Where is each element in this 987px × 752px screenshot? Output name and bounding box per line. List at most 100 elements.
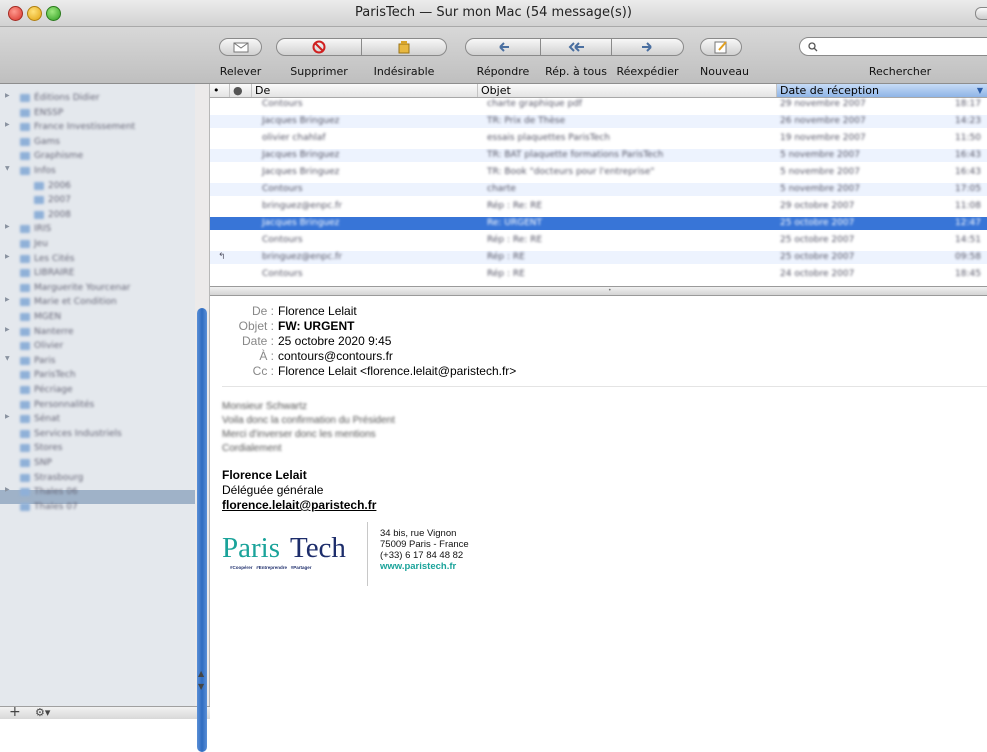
junk-button[interactable]: [361, 38, 447, 56]
search-input[interactable]: [822, 40, 976, 54]
reply-label[interactable]: Répondre: [465, 65, 541, 78]
sidebar-mailbox-item[interactable]: Gams: [20, 136, 60, 148]
message-row[interactable]: Jacques Bringuez TR: BAT plaquette format…: [210, 149, 987, 162]
message-row[interactable]: olivier chahlaf essais plaquettes ParisTe…: [210, 132, 987, 145]
new-message-button[interactable]: [700, 38, 742, 56]
to-value[interactable]: contours@contours.fr: [278, 349, 393, 363]
search-field[interactable]: [799, 37, 987, 56]
disclosure-triangle-icon[interactable]: ▶: [5, 413, 10, 420]
status-column-header[interactable]: •: [210, 84, 230, 97]
replied-arrow-icon: ↰: [218, 252, 226, 262]
disclosure-triangle-icon[interactable]: ▶: [5, 223, 10, 230]
sidebar-mailbox-item[interactable]: Éditions Didier: [20, 92, 100, 104]
sidebar-mailbox-item[interactable]: Paris: [20, 355, 55, 367]
sidebar-mailbox-item[interactable]: IRIS: [20, 223, 51, 235]
sidebar-mailbox-item[interactable]: 2006: [34, 180, 71, 192]
row-date: 25 octobre 2007: [780, 218, 855, 228]
toolbar-toggle-button[interactable]: [975, 7, 987, 20]
sidebar-mailbox-item[interactable]: Pécriage: [20, 384, 73, 396]
message-row[interactable]: Contours charte 5 novembre 2007 17:05: [210, 183, 987, 196]
sidebar-mailbox-item[interactable]: Services Industriels: [20, 428, 122, 440]
message-row[interactable]: Jacques Bringuez TR: Book "docteurs pour …: [210, 166, 987, 179]
search-label: Rechercher: [868, 65, 932, 78]
mailbox-label: Marguerite Yourcenar: [34, 282, 131, 293]
new-message-label[interactable]: Nouveau: [700, 65, 749, 78]
date-column-header[interactable]: Date de réception ▼: [777, 84, 987, 97]
mailbox-label: Thales 07: [34, 501, 78, 512]
message-row[interactable]: Contours Rép : Re: RE 25 octobre 2007 14:51: [210, 234, 987, 247]
sidebar-mailbox-item[interactable]: Marguerite Yourcenar: [20, 282, 130, 294]
mailbox-label: Paris: [34, 355, 56, 366]
from-label: De :: [251, 304, 274, 318]
sidebar-mailbox-item[interactable]: Strasbourg: [20, 472, 83, 484]
row-from: Jacques Bringuez: [262, 150, 340, 160]
sidebar-mailbox-item[interactable]: Infos: [20, 165, 56, 177]
forward-label[interactable]: Réexpédier: [611, 65, 684, 78]
signature-email-link[interactable]: florence.lelait@paristech.fr: [222, 498, 376, 512]
sidebar-mailbox-item[interactable]: Personnalités: [20, 399, 94, 411]
message-row[interactable]: Jacques Bringuez TR: Prix de Thèse 26 nove…: [210, 115, 987, 128]
row-subject: TR: Prix de Thèse: [487, 116, 566, 126]
sidebar-mailbox-item[interactable]: Stores: [20, 442, 62, 454]
disclosure-triangle-icon[interactable]: ▼: [5, 165, 10, 172]
sidebar-mailbox-item[interactable]: LIBRAIRE: [20, 267, 74, 279]
get-mail-button[interactable]: [219, 38, 262, 56]
sidebar-mailbox-item[interactable]: Les Cités: [20, 253, 74, 265]
message-row[interactable]: Contours charte graphique pdf 29 novembre …: [210, 98, 987, 111]
from-value[interactable]: Florence Lelait: [278, 304, 357, 318]
disclosure-triangle-icon[interactable]: ▼: [5, 355, 10, 362]
row-date: 25 octobre 2007: [780, 252, 855, 262]
sidebar-mailbox-item[interactable]: France Investissement: [20, 121, 135, 133]
sidebar-mailbox-item[interactable]: Marie et Condition: [20, 296, 117, 308]
message-row-selected[interactable]: Jacques Bringuez Re: URGENT 25 octobre 200…: [210, 217, 987, 230]
body-line: Cordialement: [222, 443, 282, 454]
delete-button[interactable]: [276, 38, 362, 56]
get-mail-label[interactable]: Relever: [219, 65, 262, 78]
from-column-header[interactable]: De: [252, 84, 478, 97]
disclosure-triangle-icon[interactable]: ▶: [5, 486, 10, 493]
sidebar-mailbox-item[interactable]: Sénat: [20, 413, 60, 425]
pane-splitter[interactable]: •: [210, 286, 987, 296]
scroll-down-icon[interactable]: ▼: [198, 682, 204, 691]
disclosure-triangle-icon[interactable]: ▶: [5, 121, 10, 128]
cc-value[interactable]: Florence Lelait <florence.lelait@pariste…: [278, 364, 516, 378]
sidebar-mailbox-item[interactable]: ENSSP: [20, 107, 63, 119]
sidebar-mailbox-item[interactable]: Graphisme: [20, 150, 83, 162]
sidebar-mailbox-item[interactable]: 2007: [34, 194, 71, 206]
delete-label[interactable]: Supprimer: [276, 65, 362, 78]
row-date: 19 novembre 2007: [780, 133, 866, 143]
disclosure-triangle-icon[interactable]: ▶: [5, 326, 10, 333]
disclosure-triangle-icon[interactable]: ▶: [5, 92, 10, 99]
message-row[interactable]: bringuez@enpc.fr Rép : Re: RE 29 octobre 2…: [210, 200, 987, 213]
sidebar-mailbox-item[interactable]: SNP: [20, 457, 52, 469]
sidebar-mailbox-item[interactable]: Nanterre: [20, 326, 74, 338]
header-divider: [222, 386, 987, 387]
disclosure-triangle-icon[interactable]: ▶: [5, 253, 10, 260]
signature-website-link[interactable]: www.paristech.fr: [380, 561, 469, 572]
sidebar-mailbox-item[interactable]: Thales 06: [20, 486, 78, 498]
disclosure-triangle-icon[interactable]: ▶: [5, 296, 10, 303]
reply-all-button[interactable]: [540, 38, 612, 56]
sidebar-mailbox-item[interactable]: MGEN: [20, 311, 61, 323]
reply-all-label[interactable]: Rép. à tous: [540, 65, 612, 78]
subject-column-header[interactable]: Objet: [478, 84, 777, 97]
signature-divider: [367, 522, 368, 586]
scroll-up-icon[interactable]: ▲: [198, 669, 204, 678]
flag-column-header[interactable]: ●: [230, 84, 252, 97]
sidebar-mailbox-item[interactable]: Olivier: [20, 340, 63, 352]
folder-icon: [20, 444, 30, 453]
sidebar-mailbox-item[interactable]: Thales 07: [20, 501, 78, 513]
sidebar-mailbox-item[interactable]: Jeu: [20, 238, 48, 250]
sidebar-mailbox-item[interactable]: ParisTech: [20, 369, 76, 381]
forward-arrow-icon: [641, 42, 652, 52]
message-row[interactable]: Contours Rép : RE 24 octobre 2007 18:45: [210, 268, 987, 281]
forward-button[interactable]: [611, 38, 684, 56]
reply-button[interactable]: [465, 38, 541, 56]
junk-label[interactable]: Indésirable: [361, 65, 447, 78]
message-row[interactable]: bringuez@enpc.fr Rép : RE 25 octobre 2007 0…: [210, 251, 987, 264]
sidebar-scrollbar[interactable]: ▲ ▼: [195, 84, 210, 752]
sidebar-mailbox-item[interactable]: 2008: [34, 209, 71, 221]
action-gear-icon[interactable]: ⚙▾: [35, 706, 50, 719]
date-value: 25 octobre 2020 9:45: [278, 334, 392, 348]
folder-icon: [20, 415, 30, 424]
